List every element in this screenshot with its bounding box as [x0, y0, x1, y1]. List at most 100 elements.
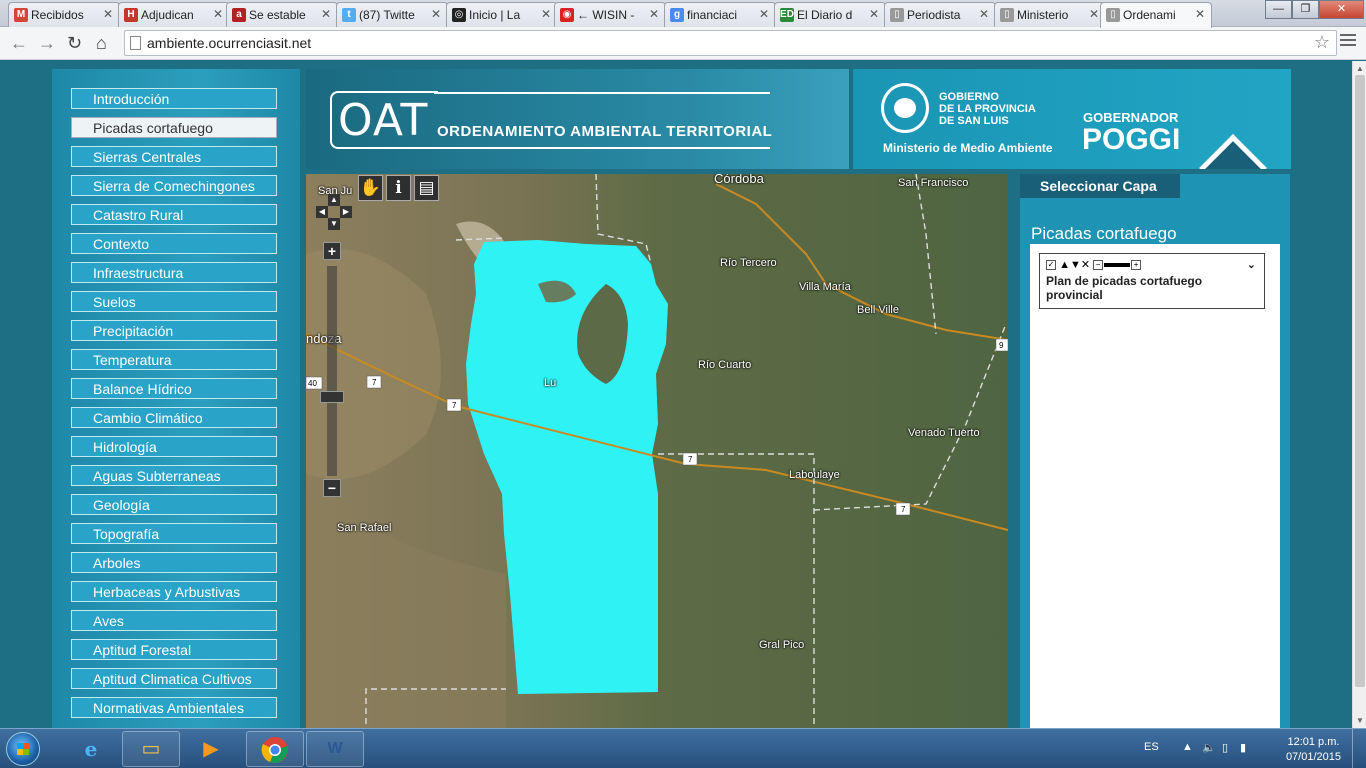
svg-text:7: 7 — [452, 401, 457, 410]
home-icon[interactable]: ⌂ — [96, 33, 107, 54]
browser-tab[interactable]: M Recibidos ✕ — [8, 2, 120, 27]
word-icon[interactable]: W — [306, 731, 364, 767]
address-bar[interactable]: ambiente.ocurrenciasit.net ☆ — [124, 30, 1337, 56]
tab-close-icon[interactable]: ✕ — [213, 7, 223, 21]
scroll-up-arrow-icon[interactable] — [1198, 133, 1268, 169]
oat-logo: OAT — [338, 95, 429, 146]
language-indicator[interactable]: ES — [1144, 741, 1159, 753]
signal-icon[interactable]: ▮ — [1240, 741, 1246, 754]
sidebar-item[interactable]: Sierra de Comechingones — [71, 175, 277, 196]
tab-close-icon[interactable]: ✕ — [541, 7, 551, 21]
layer-order-controls[interactable]: ▲▼✕ — [1059, 259, 1090, 271]
sidebar-item[interactable]: Catastro Rural — [71, 204, 277, 225]
chrome-menu-icon[interactable] — [1340, 34, 1356, 49]
svg-text:7: 7 — [688, 455, 693, 464]
internet-explorer-icon[interactable]: e — [62, 731, 120, 767]
tab-close-icon[interactable]: ✕ — [649, 7, 659, 21]
print-icon[interactable]: ▤ — [414, 175, 439, 201]
browser-tab[interactable]: ◉ ← WISIN - ✕ — [554, 2, 666, 27]
scroll-down-icon[interactable]: ▼ — [1356, 716, 1364, 725]
pan-up-icon[interactable]: ▲ — [328, 194, 340, 206]
sidebar-item[interactable]: Topografía — [71, 523, 277, 544]
sidebar-item[interactable]: Aptitud Climatica Cultivos — [71, 668, 277, 689]
sidebar-item[interactable]: Sierras Centrales — [71, 146, 277, 167]
satellite-map[interactable]: 7 7 7 7 40 9 Córdoba San Francisco San Ju R… — [306, 174, 1008, 728]
sidebar-item[interactable]: Cambio Climático — [71, 407, 277, 428]
opacity-slider[interactable] — [1104, 263, 1131, 268]
sidebar-item[interactable]: Aves — [71, 610, 277, 631]
sidebar-item[interactable]: Introducción — [71, 88, 277, 109]
tab-close-icon[interactable]: ✕ — [1195, 7, 1205, 21]
forward-icon[interactable]: → — [38, 33, 56, 54]
pan-down-icon[interactable]: ▼ — [328, 218, 340, 230]
volume-icon[interactable]: 🔈 — [1202, 741, 1216, 754]
sidebar-item[interactable]: Normativas Ambientales — [71, 697, 277, 718]
tray-expand-icon[interactable]: ▲ — [1182, 741, 1193, 753]
maximize-button[interactable]: ❐ — [1292, 0, 1319, 19]
show-desktop-button[interactable] — [1352, 729, 1366, 768]
map-place-label: San Francisco — [898, 177, 969, 189]
sidebar-item[interactable]: Herbaceas y Arbustivas — [71, 581, 277, 602]
back-icon[interactable]: ← — [10, 33, 28, 54]
chrome-icon[interactable] — [246, 731, 304, 767]
tab-label: Se estable — [249, 8, 306, 22]
reload-icon[interactable]: ↻ — [67, 33, 82, 54]
browser-tab[interactable]: ▯ Periodista ✕ — [884, 2, 996, 27]
sidebar-item[interactable]: Picadas cortafuego — [71, 117, 277, 138]
expand-layer-icon[interactable]: ⌄ — [1247, 258, 1256, 271]
close-window-button[interactable]: ✕ — [1319, 0, 1364, 19]
scroll-up-icon[interactable]: ▲ — [1356, 64, 1364, 73]
sidebar-item[interactable]: Infraestructura — [71, 262, 277, 283]
select-layer-tab[interactable]: Seleccionar Capa — [1020, 174, 1180, 198]
sidebar-item[interactable]: Temperatura — [71, 349, 277, 370]
tab-close-icon[interactable]: ✕ — [431, 7, 441, 21]
zoom-out-button[interactable]: − — [323, 479, 341, 497]
opacity-decrease-icon[interactable]: − — [1093, 260, 1104, 271]
tab-label: ← WISIN - — [577, 8, 635, 22]
browser-tab[interactable]: H Adjudican ✕ — [118, 2, 230, 27]
scrollbar-thumb[interactable] — [1355, 75, 1365, 687]
tab-close-icon[interactable]: ✕ — [103, 7, 113, 21]
browser-tab[interactable]: t (87) Twitte ✕ — [336, 2, 448, 27]
zoom-slider-track[interactable] — [327, 266, 337, 476]
layer-visible-checkbox[interactable]: ✓ — [1046, 260, 1056, 271]
media-player-icon[interactable]: ▶ — [182, 731, 240, 767]
tab-close-icon[interactable]: ✕ — [869, 7, 879, 21]
sidebar-item[interactable]: Arboles — [71, 552, 277, 573]
sidebar-item[interactable]: Contexto — [71, 233, 277, 254]
pan-right-icon[interactable]: ▶ — [340, 206, 352, 218]
pan-control[interactable]: ▲ ◀ ▶ ▼ — [316, 194, 352, 230]
minimize-button[interactable]: — — [1265, 0, 1292, 19]
tab-close-icon[interactable]: ✕ — [1089, 7, 1099, 21]
browser-tab[interactable]: a Se estable ✕ — [226, 2, 338, 27]
start-button[interactable] — [6, 732, 40, 766]
tab-close-icon[interactable]: ✕ — [321, 7, 331, 21]
file-explorer-icon[interactable]: ▭ — [122, 731, 180, 767]
pan-left-icon[interactable]: ◀ — [316, 206, 328, 218]
sidebar-item[interactable]: Precipitación — [71, 320, 277, 341]
bookmark-star-icon[interactable]: ☆ — [1314, 32, 1330, 53]
browser-tab[interactable]: ▯ Ordenami ✕ — [1100, 2, 1212, 28]
info-icon[interactable]: i — [386, 175, 411, 201]
sidebar-item[interactable]: Aptitud Forestal — [71, 639, 277, 660]
sidebar-item[interactable]: Hidrología — [71, 436, 277, 457]
browser-tab[interactable]: g financiaci ✕ — [664, 2, 776, 27]
opacity-increase-icon[interactable]: + — [1131, 260, 1142, 271]
sidebar-item[interactable]: Aguas Subterraneas — [71, 465, 277, 486]
sidebar-item[interactable]: Balance Hídrico — [71, 378, 277, 399]
hand-icon[interactable]: ✋ — [358, 175, 383, 201]
sidebar-item[interactable]: Geología — [71, 494, 277, 515]
clock[interactable]: 12:01 p.m. 07/01/2015 — [1286, 735, 1341, 765]
tab-label: El Diario d — [797, 8, 853, 22]
browser-tab[interactable]: ED El Diario d ✕ — [774, 2, 886, 27]
zoom-in-button[interactable]: + — [323, 242, 341, 260]
zoom-slider-thumb[interactable] — [320, 391, 344, 403]
browser-tab[interactable]: ▯ Ministerio ✕ — [994, 2, 1106, 27]
map-canvas[interactable]: 7 7 7 7 40 9 — [306, 174, 1008, 728]
tab-close-icon[interactable]: ✕ — [759, 7, 769, 21]
tab-close-icon[interactable]: ✕ — [979, 7, 989, 21]
sidebar-item[interactable]: Suelos — [71, 291, 277, 312]
network-icon[interactable]: ▯ — [1222, 741, 1228, 754]
page-scrollbar[interactable]: ▲ ▼ — [1352, 61, 1366, 728]
browser-tab[interactable]: ◎ Inicio | La ✕ — [446, 2, 558, 27]
